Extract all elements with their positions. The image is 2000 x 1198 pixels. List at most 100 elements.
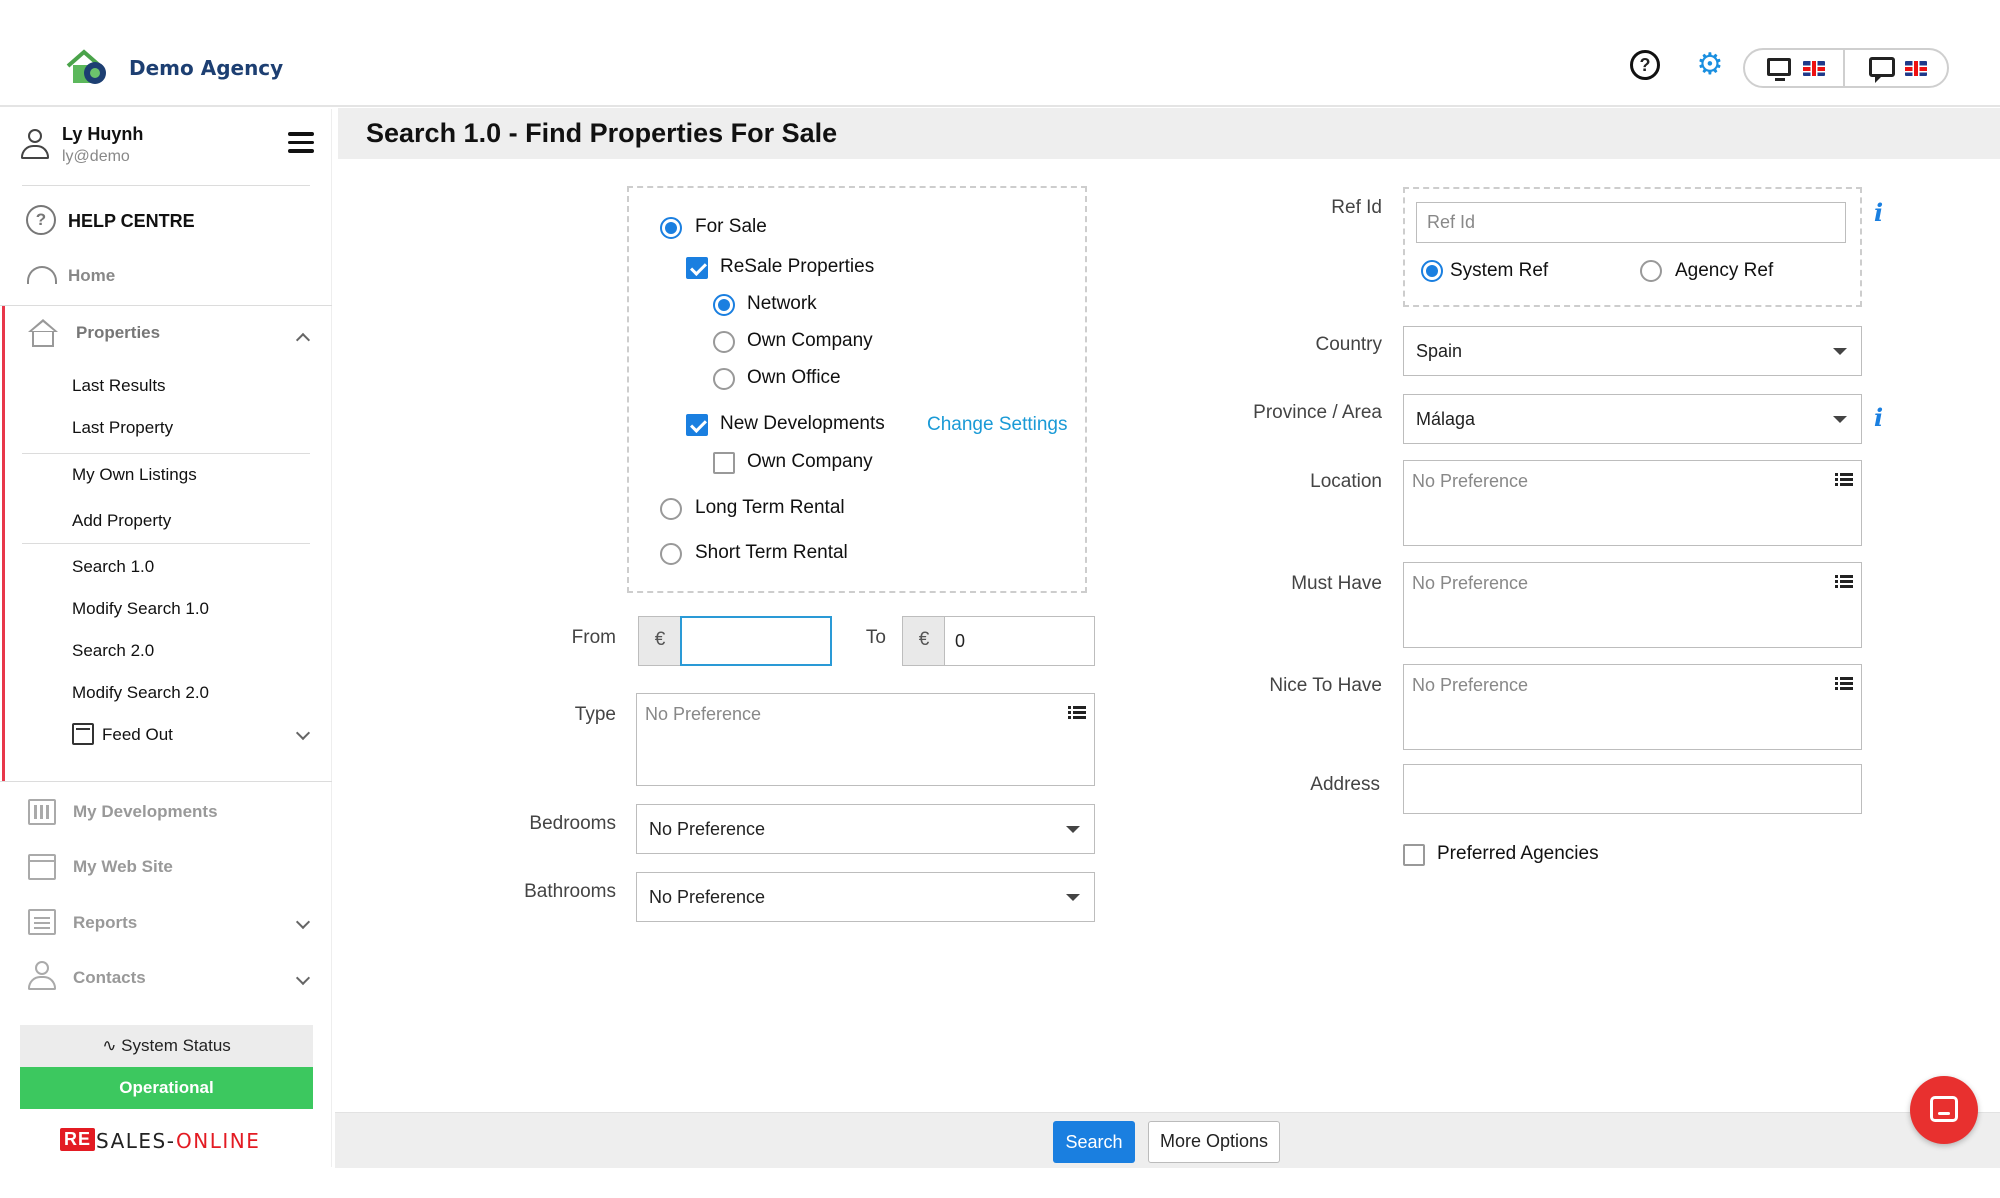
- chevron-down-icon[interactable]: [295, 725, 311, 741]
- bedrooms-value: No Preference: [649, 818, 766, 839]
- must-have-multiselect[interactable]: No Preference: [1403, 562, 1862, 648]
- help-centre-icon[interactable]: ?: [26, 205, 56, 235]
- bathrooms-select[interactable]: No Preference: [636, 872, 1095, 922]
- sidebar-item-my-own-listings[interactable]: My Own Listings: [72, 465, 197, 485]
- agency-ref-radio[interactable]: [1640, 260, 1662, 282]
- sidebar-item-feed-out[interactable]: Feed Out: [102, 725, 173, 745]
- nd-own-company-checkbox[interactable]: [713, 452, 735, 474]
- preferred-agencies-checkbox[interactable]: [1403, 844, 1425, 866]
- monitor-icon: [1767, 58, 1791, 81]
- user-name: Ly Huynh: [62, 124, 144, 144]
- caret-down-icon: [1066, 826, 1080, 833]
- list-icon[interactable]: [1835, 473, 1853, 487]
- agency-logo-icon[interactable]: [64, 46, 112, 86]
- chevron-down-icon[interactable]: [295, 914, 311, 930]
- user-icon: [20, 129, 50, 161]
- system-status-badge: Operational: [20, 1067, 313, 1109]
- sidebar-item-search-2[interactable]: Search 2.0: [72, 641, 154, 661]
- long-term-rental-radio[interactable]: [660, 498, 682, 520]
- sidebar-item-search-1[interactable]: Search 1.0: [72, 557, 154, 577]
- type-multiselect[interactable]: No Preference: [636, 693, 1095, 786]
- listing-type-group: [627, 186, 1087, 593]
- province-select[interactable]: Málaga: [1403, 394, 1862, 444]
- bathrooms-value: No Preference: [649, 886, 766, 907]
- for-sale-label[interactable]: For Sale: [695, 216, 767, 238]
- interface-language-button[interactable]: [1745, 50, 1845, 86]
- caret-down-icon: [1833, 348, 1847, 355]
- chevron-down-icon[interactable]: [295, 970, 311, 986]
- preferred-agencies-label[interactable]: Preferred Agencies: [1437, 843, 1599, 865]
- sidebar-item-modify-search-1[interactable]: Modify Search 1.0: [72, 599, 209, 619]
- more-options-button[interactable]: More Options: [1148, 1121, 1280, 1163]
- own-company-radio[interactable]: [713, 331, 735, 353]
- chevron-up-icon[interactable]: [295, 332, 311, 348]
- new-developments-label[interactable]: New Developments: [720, 413, 885, 435]
- info-icon[interactable]: i: [1874, 403, 1883, 432]
- system-ref-label[interactable]: System Ref: [1450, 260, 1548, 282]
- sidebar-item-properties[interactable]: Properties: [76, 323, 160, 343]
- list-icon[interactable]: [1068, 706, 1086, 720]
- system-ref-radio[interactable]: [1421, 260, 1443, 282]
- price-to-input[interactable]: 0: [944, 616, 1095, 666]
- sidebar-item-modify-search-2[interactable]: Modify Search 2.0: [72, 683, 209, 703]
- new-developments-checkbox[interactable]: [686, 414, 708, 436]
- bedrooms-label: Bedrooms: [529, 813, 616, 834]
- for-sale-radio[interactable]: [660, 217, 682, 239]
- price-from-input[interactable]: [680, 616, 832, 666]
- long-term-rental-label[interactable]: Long Term Rental: [695, 497, 845, 519]
- logo-re: RE: [60, 1128, 96, 1151]
- top-header: Demo Agency ? ⚙: [0, 0, 2000, 107]
- divider: [22, 185, 310, 186]
- network-label[interactable]: Network: [747, 293, 817, 315]
- website-icon: [28, 854, 56, 880]
- country-select[interactable]: Spain: [1403, 326, 1862, 376]
- sidebar-item-my-web-site[interactable]: My Web Site: [73, 857, 173, 877]
- sidebar-item-reports[interactable]: Reports: [73, 913, 137, 933]
- sidebar-item-my-developments[interactable]: My Developments: [73, 802, 218, 822]
- own-office-label[interactable]: Own Office: [747, 367, 841, 389]
- own-company-label[interactable]: Own Company: [747, 330, 873, 352]
- content-language-button[interactable]: [1847, 50, 1947, 86]
- chat-bubble-icon: [1869, 57, 1895, 83]
- short-term-rental-radio[interactable]: [660, 543, 682, 565]
- change-settings-link[interactable]: Change Settings: [927, 414, 1068, 436]
- dashboard-icon: [27, 266, 57, 284]
- type-placeholder: No Preference: [645, 704, 762, 724]
- system-status-header[interactable]: ∿ System Status: [20, 1025, 313, 1067]
- sidebar-item-add-property[interactable]: Add Property: [72, 511, 171, 531]
- resale-checkbox[interactable]: [686, 257, 708, 279]
- hamburger-menu-icon[interactable]: [288, 132, 314, 154]
- resale-label[interactable]: ReSale Properties: [720, 256, 874, 278]
- divider: [22, 543, 310, 544]
- ref-id-input[interactable]: Ref Id: [1416, 202, 1846, 243]
- own-office-radio[interactable]: [713, 368, 735, 390]
- live-chat-button[interactable]: [1910, 1076, 1978, 1144]
- must-have-placeholder: No Preference: [1412, 573, 1529, 593]
- list-icon[interactable]: [1835, 677, 1853, 691]
- nd-own-company-label[interactable]: Own Company: [747, 451, 873, 473]
- info-icon[interactable]: i: [1874, 198, 1883, 227]
- address-input[interactable]: [1403, 764, 1862, 814]
- short-term-rental-label[interactable]: Short Term Rental: [695, 542, 848, 564]
- sidebar-item-home[interactable]: Home: [68, 266, 115, 286]
- to-currency-addon: €: [902, 616, 946, 666]
- nice-to-have-placeholder: No Preference: [1412, 675, 1529, 695]
- sidebar-item-last-results[interactable]: Last Results: [72, 376, 166, 396]
- settings-gear-icon[interactable]: ⚙: [1694, 49, 1726, 81]
- page-title-bar: Search 1.0 - Find Properties For Sale: [338, 108, 2000, 159]
- uk-flag-icon: [1803, 61, 1825, 76]
- caret-down-icon: [1833, 416, 1847, 423]
- list-icon[interactable]: [1835, 575, 1853, 589]
- agency-ref-label[interactable]: Agency Ref: [1675, 260, 1773, 282]
- network-radio[interactable]: [713, 294, 735, 316]
- sidebar-item-contacts[interactable]: Contacts: [73, 968, 146, 988]
- logo-text: SALES-ONLINE: [96, 1129, 260, 1153]
- nice-to-have-multiselect[interactable]: No Preference: [1403, 664, 1862, 750]
- bedrooms-select[interactable]: No Preference: [636, 804, 1095, 854]
- resales-online-logo[interactable]: RE SALES-ONLINE: [60, 1124, 266, 1156]
- sidebar-item-last-property[interactable]: Last Property: [72, 418, 173, 438]
- search-button[interactable]: Search: [1053, 1121, 1135, 1163]
- location-multiselect[interactable]: No Preference: [1403, 460, 1862, 546]
- help-icon[interactable]: ?: [1630, 50, 1660, 80]
- sidebar-item-help-centre[interactable]: HELP CENTRE: [68, 211, 195, 232]
